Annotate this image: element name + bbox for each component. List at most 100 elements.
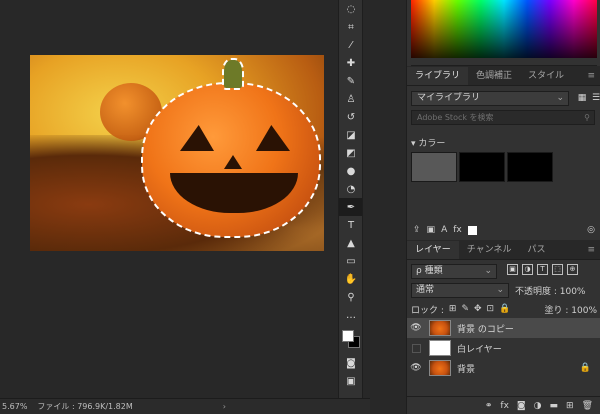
right-panels: ライブラリ 色調補正 スタイル ≡ マイライブラリ ⌄ ▦ ☰ Adobe St… xyxy=(406,0,600,414)
stock-search-input[interactable]: Adobe Stock を検索 ⚲ xyxy=(411,110,595,125)
upload-icon[interactable]: ⇪ xyxy=(413,225,421,235)
foreground-background-colors[interactable] xyxy=(339,328,363,354)
path-selection-tool-icon[interactable]: ▲ xyxy=(339,234,363,252)
lock-transparent-icon[interactable]: ⊞ xyxy=(449,304,457,314)
library-dropdown[interactable]: マイライブラリ ⌄ xyxy=(411,91,569,106)
chevron-down-icon: ⌄ xyxy=(556,93,564,103)
lock-position-icon[interactable]: ✥ xyxy=(474,304,482,314)
library-color-swatch[interactable] xyxy=(411,152,457,182)
hand-tool-icon[interactable]: ✋ xyxy=(339,270,363,288)
shape-filter-icon[interactable]: ⬚ xyxy=(552,264,563,275)
history-brush-tool-icon[interactable]: ↺ xyxy=(339,108,363,126)
adjustment-layer-icon[interactable]: ◑ xyxy=(534,401,542,411)
crop-tool-icon[interactable]: ⌗ xyxy=(339,18,363,36)
link-layers-icon[interactable]: ⚭ xyxy=(485,401,493,411)
layer-kind-filter[interactable]: ρ 種類 ⌄ xyxy=(411,264,497,279)
adjustment-filter-icon[interactable]: ◑ xyxy=(522,264,533,275)
tab-channels[interactable]: チャンネル xyxy=(459,241,520,259)
add-graphic-icon[interactable]: ▣ xyxy=(427,225,436,235)
tab-layers[interactable]: レイヤー xyxy=(407,241,459,259)
creative-cloud-icon[interactable]: ◎ xyxy=(587,225,600,235)
brush-tool-icon[interactable]: ✎ xyxy=(339,72,363,90)
lock-all-icon[interactable]: 🔒 xyxy=(499,304,510,314)
tab-paths[interactable]: パス xyxy=(519,241,553,259)
pixel-filter-icon[interactable]: ▣ xyxy=(507,264,518,275)
tab-styles[interactable]: スタイル xyxy=(520,67,572,85)
blend-mode-dropdown[interactable]: 通常 ⌄ xyxy=(411,283,509,298)
type-filter-icon[interactable]: T xyxy=(537,264,548,275)
fill-field[interactable]: 塗り : 100% xyxy=(545,303,597,316)
foreground-color-swatch[interactable] xyxy=(342,330,354,342)
status-bar: 5.67% ファイル : 796.9K/1.82M › xyxy=(0,398,370,414)
visibility-toggle[interactable] xyxy=(407,343,425,353)
zoom-level[interactable]: 5.67% xyxy=(2,402,27,411)
layer-thumbnail xyxy=(429,360,451,376)
libraries-tab-bar: ライブラリ 色調補正 スタイル ≡ xyxy=(407,66,600,86)
status-arrow-icon[interactable]: › xyxy=(223,402,226,411)
layer-row[interactable]: 白レイヤー xyxy=(407,338,600,358)
grid-view-icon[interactable]: ▦ xyxy=(575,91,589,105)
layer-row[interactable]: 👁 背景 🔒 xyxy=(407,358,600,378)
library-color-swatch[interactable] xyxy=(507,152,553,182)
file-info: ファイル : 796.9K/1.82M xyxy=(37,402,133,411)
pumpkin-stem xyxy=(222,58,244,90)
new-layer-icon[interactable]: ⊞ xyxy=(566,401,574,411)
add-text-icon[interactable]: A xyxy=(441,225,447,235)
new-group-icon[interactable]: ▬ xyxy=(550,401,559,411)
type-tool-icon[interactable]: T xyxy=(339,216,363,234)
lock-row: ロック : ⊞ ✎ ✥ ⊡ 🔒 塗り : 100% xyxy=(411,302,597,316)
layer-thumbnail xyxy=(429,320,451,336)
quick-mask-icon[interactable]: ◙ xyxy=(339,354,363,372)
eye-icon[interactable]: 👁 xyxy=(407,363,425,373)
eye-icon[interactable]: 👁 xyxy=(407,323,425,333)
blur-tool-icon[interactable]: ● xyxy=(339,162,363,180)
library-color-swatch[interactable] xyxy=(459,152,505,182)
smart-object-filter-icon[interactable]: ⊕ xyxy=(567,264,578,275)
add-mask-icon[interactable]: ◙ xyxy=(517,401,526,411)
delete-layer-icon[interactable]: 🗑 xyxy=(582,401,593,411)
chevron-down-icon: ⌄ xyxy=(496,285,504,295)
lock-image-icon[interactable]: ✎ xyxy=(461,304,469,314)
eyedropper-tool-icon[interactable]: ⁄ xyxy=(339,36,363,54)
eraser-tool-icon[interactable]: ◪ xyxy=(339,126,363,144)
paint-bucket-tool-icon[interactable]: ◩ xyxy=(339,144,363,162)
screen-mode-icon[interactable]: ▣ xyxy=(339,372,363,390)
layer-name[interactable]: 背景 xyxy=(457,362,475,375)
tools-panel: ◌ ⌗ ⁄ ✚ ✎ ♙ ↺ ◪ ◩ ● ◔ ✒ T ▲ ▭ ✋ ⚲ … ◙ ▣ xyxy=(338,0,363,398)
dodge-tool-icon[interactable]: ◔ xyxy=(339,180,363,198)
layer-thumbnail xyxy=(429,340,451,356)
quick-selection-tool-icon[interactable]: ◌ xyxy=(339,0,363,18)
lock-artboard-icon[interactable]: ⊡ xyxy=(487,304,495,314)
shape-tool-icon[interactable]: ▭ xyxy=(339,252,363,270)
document-image[interactable] xyxy=(30,55,324,251)
panel-menu-icon[interactable]: ≡ xyxy=(587,241,600,259)
lock-icon: 🔒 xyxy=(579,363,591,373)
healing-brush-tool-icon[interactable]: ✚ xyxy=(339,54,363,72)
layer-style-fx-icon[interactable]: fx xyxy=(500,401,509,411)
color-picker-spectrum[interactable] xyxy=(411,0,597,58)
tab-libraries[interactable]: ライブラリ xyxy=(407,67,469,85)
chevron-down-icon: ⌄ xyxy=(484,266,492,276)
fx-icon[interactable]: fx xyxy=(453,225,462,235)
pen-tool-icon[interactable]: ✒ xyxy=(339,198,363,216)
layer-name[interactable]: 白レイヤー xyxy=(457,342,502,355)
more-tools-icon[interactable]: … xyxy=(339,306,363,324)
clone-stamp-tool-icon[interactable]: ♙ xyxy=(339,90,363,108)
list-view-icon[interactable]: ☰ xyxy=(589,91,600,105)
tab-adjustments[interactable]: 色調補正 xyxy=(468,67,520,85)
canvas-area[interactable] xyxy=(0,0,338,398)
add-color-icon[interactable] xyxy=(467,225,477,235)
panel-menu-icon[interactable]: ≡ xyxy=(587,67,600,85)
layers-tab-bar: レイヤー チャンネル パス ≡ xyxy=(407,240,600,260)
lock-label: ロック : xyxy=(411,305,444,316)
filter-label: ρ 種類 xyxy=(416,266,443,276)
opacity-field[interactable]: 不透明度 : 100% xyxy=(515,284,585,297)
zoom-tool-icon[interactable]: ⚲ xyxy=(339,288,363,306)
colors-section-header[interactable]: ▾ カラー xyxy=(411,136,445,149)
layers-footer: ⚭ fx ◙ ◑ ▬ ⊞ 🗑 xyxy=(407,396,600,414)
search-icon: ⚲ xyxy=(584,113,590,122)
layer-filter-icons: ▣ ◑ T ⬚ ⊕ xyxy=(507,264,578,275)
layer-row[interactable]: 👁 背景 のコピー xyxy=(407,318,600,338)
layer-name[interactable]: 背景 のコピー xyxy=(457,322,514,335)
blend-mode-value: 通常 xyxy=(416,285,435,295)
